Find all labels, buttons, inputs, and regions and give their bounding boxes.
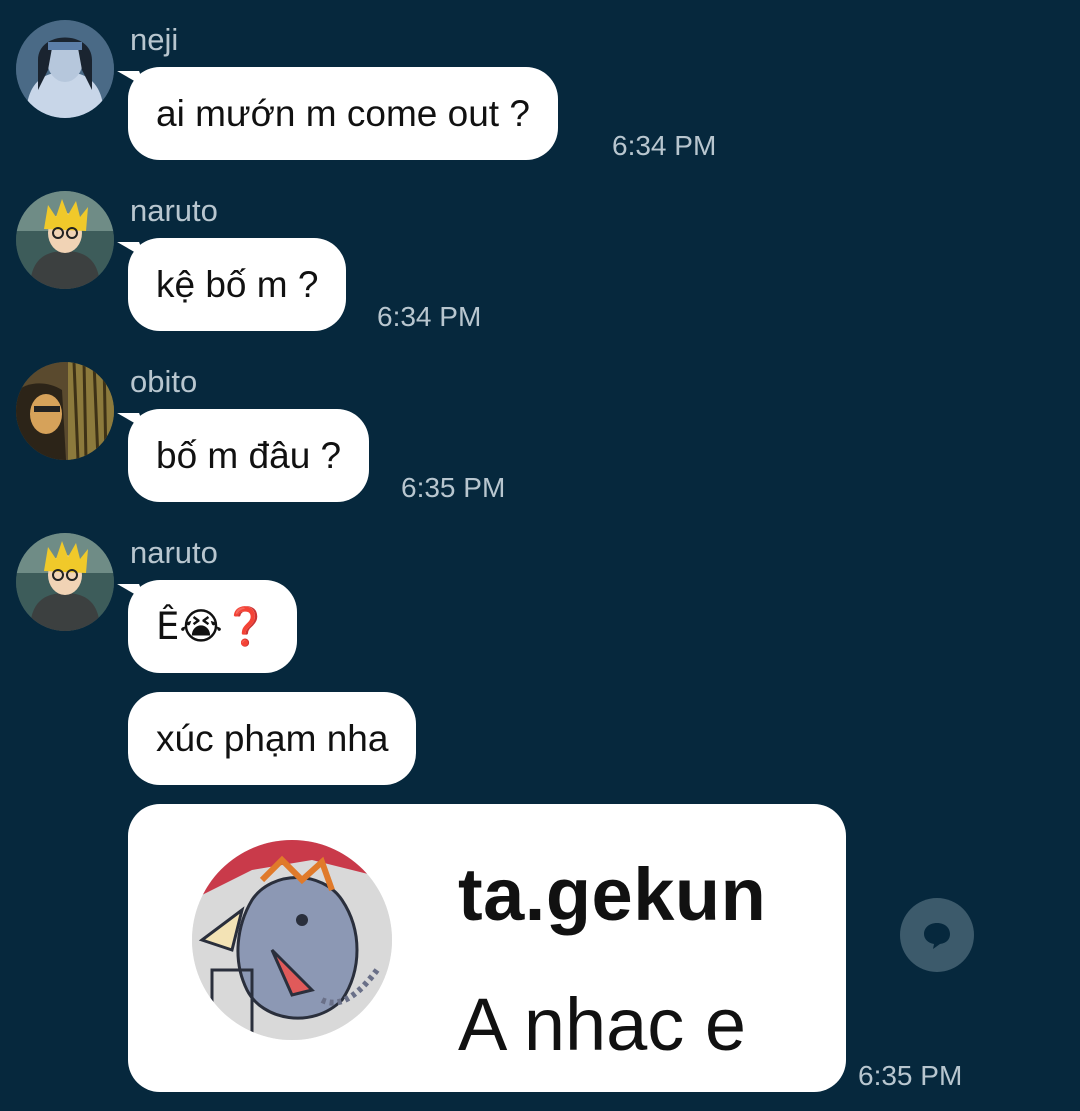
media-avatar <box>192 840 392 1040</box>
message-timestamp: 6:34 PM <box>377 301 482 332</box>
avatar-naruto[interactable] <box>16 533 114 631</box>
message-timestamp: 6:35 PM <box>401 472 506 503</box>
message-timestamp: 6:35 PM <box>858 1060 963 1091</box>
avatar-obito[interactable] <box>16 362 114 460</box>
media-message-text: A nhac e <box>458 983 747 1066</box>
chat-bubble-icon <box>924 923 950 949</box>
sender-name: naruto <box>130 193 218 228</box>
message-bubble[interactable]: Ê😭❓ <box>128 580 297 673</box>
sender-name: naruto <box>130 535 218 570</box>
media-message-bubble[interactable]: ta.gekun A nhac e <box>128 804 846 1092</box>
message-bubble[interactable]: ai mướn m come out ? <box>128 67 558 160</box>
share-button[interactable] <box>900 898 974 972</box>
message-bubble[interactable]: bố m đâu ? <box>128 409 370 502</box>
message-bubble[interactable]: xúc phạm nha <box>128 692 417 785</box>
avatar-neji[interactable] <box>16 20 114 118</box>
avatar-naruto[interactable] <box>16 191 114 289</box>
message-timestamp: 6:34 PM <box>612 130 717 161</box>
sender-name: neji <box>130 22 179 57</box>
sender-name: obito <box>130 364 198 399</box>
message-bubble[interactable]: kệ bố m ? <box>128 238 347 331</box>
media-username: ta.gekun <box>458 853 767 936</box>
